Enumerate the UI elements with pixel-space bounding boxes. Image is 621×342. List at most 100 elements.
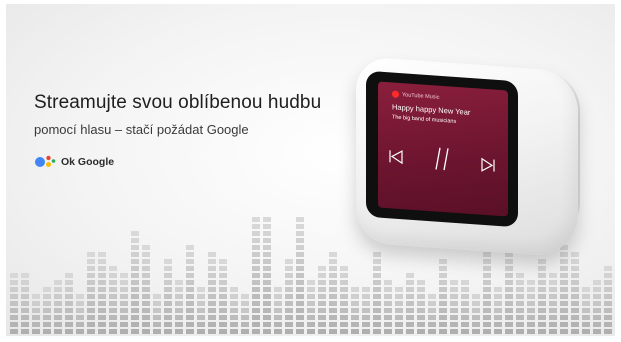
equalizer-bar-segment <box>439 294 447 299</box>
equalizer-bar-segment <box>450 329 458 334</box>
equalizer-bar-segment <box>329 294 337 299</box>
equalizer-bar-segment <box>87 259 95 264</box>
equalizer-bar-segment <box>285 280 293 285</box>
equalizer-bar-segment <box>109 294 117 299</box>
equalizer-bar-segment <box>208 294 216 299</box>
equalizer-bar-segment <box>329 287 337 292</box>
equalizer-bar-segment <box>527 308 535 313</box>
equalizer-bar-segment <box>186 315 194 320</box>
equalizer-bar-segment <box>109 315 117 320</box>
equalizer-bar-segment <box>450 294 458 299</box>
equalizer-bar-segment <box>472 294 480 299</box>
equalizer-bar-segment <box>241 301 249 306</box>
equalizer-bar-segment <box>373 329 381 334</box>
equalizer-bar-segment <box>406 322 414 327</box>
equalizer-bar-segment <box>87 287 95 292</box>
equalizer-bar-segment <box>384 329 392 334</box>
equalizer-bar-segment <box>131 238 139 243</box>
equalizer-bar-segment <box>406 280 414 285</box>
equalizer-bar-segment <box>186 322 194 327</box>
equalizer-bar-segment <box>538 315 546 320</box>
equalizer-bar-segment <box>21 301 29 306</box>
equalizer-bar-segment <box>285 287 293 292</box>
equalizer-bar-segment <box>43 315 51 320</box>
equalizer-bar-segment <box>197 294 205 299</box>
equalizer-bar-segment <box>142 294 150 299</box>
equalizer-bar-segment <box>318 287 326 292</box>
equalizer-bar-segment <box>131 329 139 334</box>
equalizer-bar-segment <box>65 287 73 292</box>
equalizer-bar-segment <box>131 245 139 250</box>
equalizer-bar-segment <box>208 329 216 334</box>
equalizer-bar-segment <box>10 301 18 306</box>
equalizer-bar-segment <box>208 259 216 264</box>
equalizer-bar-segment <box>120 322 128 327</box>
equalizer-bar-segment <box>461 294 469 299</box>
equalizer-bar-segment <box>65 322 73 327</box>
equalizer-bar-segment <box>560 259 568 264</box>
equalizer-bar-segment <box>538 280 546 285</box>
equalizer-bar-segment <box>285 294 293 299</box>
equalizer-bar-segment <box>208 266 216 271</box>
equalizer-bar-segment <box>186 329 194 334</box>
equalizer-bar-segment <box>142 308 150 313</box>
equalizer-bar-segment <box>538 266 546 271</box>
equalizer-bar-segment <box>164 259 172 264</box>
equalizer-bar-segment <box>362 294 370 299</box>
equalizer-bar-segment <box>32 308 40 313</box>
equalizer-bar-segment <box>21 287 29 292</box>
equalizer-bar-segment <box>329 259 337 264</box>
equalizer-bar-segment <box>406 329 414 334</box>
equalizer-bar-segment <box>483 280 491 285</box>
equalizer-bar-segment <box>131 280 139 285</box>
equalizer-bar-segment <box>175 301 183 306</box>
equalizer-bar-segment <box>428 301 436 306</box>
equalizer-bar-segment <box>571 294 579 299</box>
equalizer-bar-segment <box>252 245 260 250</box>
equalizer-bar-segment <box>571 301 579 306</box>
equalizer-bar-segment <box>175 322 183 327</box>
equalizer-bar-segment <box>274 315 282 320</box>
banner-headline: Streamujte svou oblíbenou hudbu <box>34 92 322 113</box>
equalizer-bar-segment <box>54 301 62 306</box>
equalizer-bar-segment <box>164 301 172 306</box>
equalizer-bar-segment <box>43 294 51 299</box>
equalizer-bar-segment <box>120 329 128 334</box>
equalizer-bar-segment <box>87 280 95 285</box>
equalizer-bar-segment <box>351 308 359 313</box>
equalizer-bar-segment <box>175 308 183 313</box>
equalizer-bar-segment <box>472 308 480 313</box>
equalizer-bar-segment <box>142 273 150 278</box>
equalizer-bar-segment <box>153 329 161 334</box>
equalizer-bar-segment <box>373 266 381 271</box>
equalizer-bar-segment <box>483 308 491 313</box>
equalizer-bar-segment <box>65 280 73 285</box>
equalizer-bar-segment <box>120 280 128 285</box>
equalizer-bar-segment <box>54 280 62 285</box>
equalizer-bar-segment <box>296 287 304 292</box>
equalizer-bar-segment <box>406 308 414 313</box>
equalizer-bar-segment <box>516 287 524 292</box>
equalizer-bar-segment <box>76 322 84 327</box>
equalizer-bar-segment <box>263 259 271 264</box>
equalizer-bar-segment <box>483 252 491 257</box>
equalizer-bar-segment <box>263 287 271 292</box>
equalizer-bar-segment <box>406 273 414 278</box>
equalizer-bar-segment <box>307 280 315 285</box>
equalizer-bar-segment <box>131 315 139 320</box>
equalizer-bar-segment <box>560 252 568 257</box>
equalizer-bar-segment <box>219 287 227 292</box>
equalizer-bar-segment <box>505 315 513 320</box>
equalizer-bar-segment <box>494 308 502 313</box>
equalizer-bar-segment <box>450 322 458 327</box>
equalizer-bar-segment <box>384 315 392 320</box>
equalizer-bar-segment <box>593 322 601 327</box>
google-assistant-icon <box>35 155 56 167</box>
equalizer-bar-segment <box>197 329 205 334</box>
equalizer-bar-segment <box>285 322 293 327</box>
equalizer-bar-segment <box>109 301 117 306</box>
equalizer-bar-segment <box>164 294 172 299</box>
equalizer-bar-segment <box>153 322 161 327</box>
equalizer-bar-segment <box>219 301 227 306</box>
equalizer-bar-segment <box>472 315 480 320</box>
